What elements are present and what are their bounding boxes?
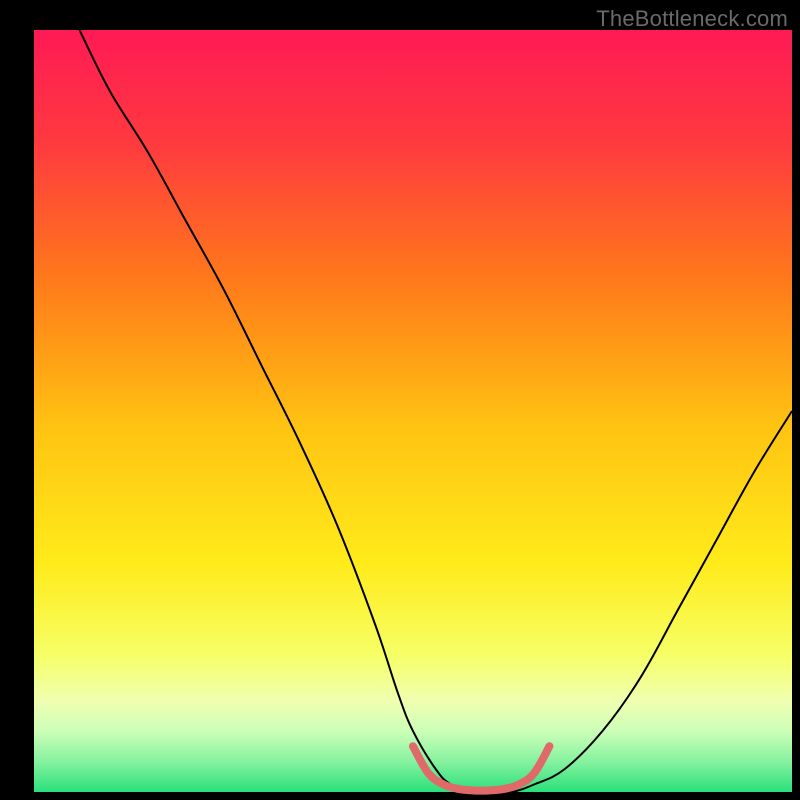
chart-canvas xyxy=(0,0,800,800)
chart-frame: TheBottleneck.com xyxy=(0,0,800,800)
watermark-text: TheBottleneck.com xyxy=(596,6,788,32)
plot-background xyxy=(34,30,792,792)
